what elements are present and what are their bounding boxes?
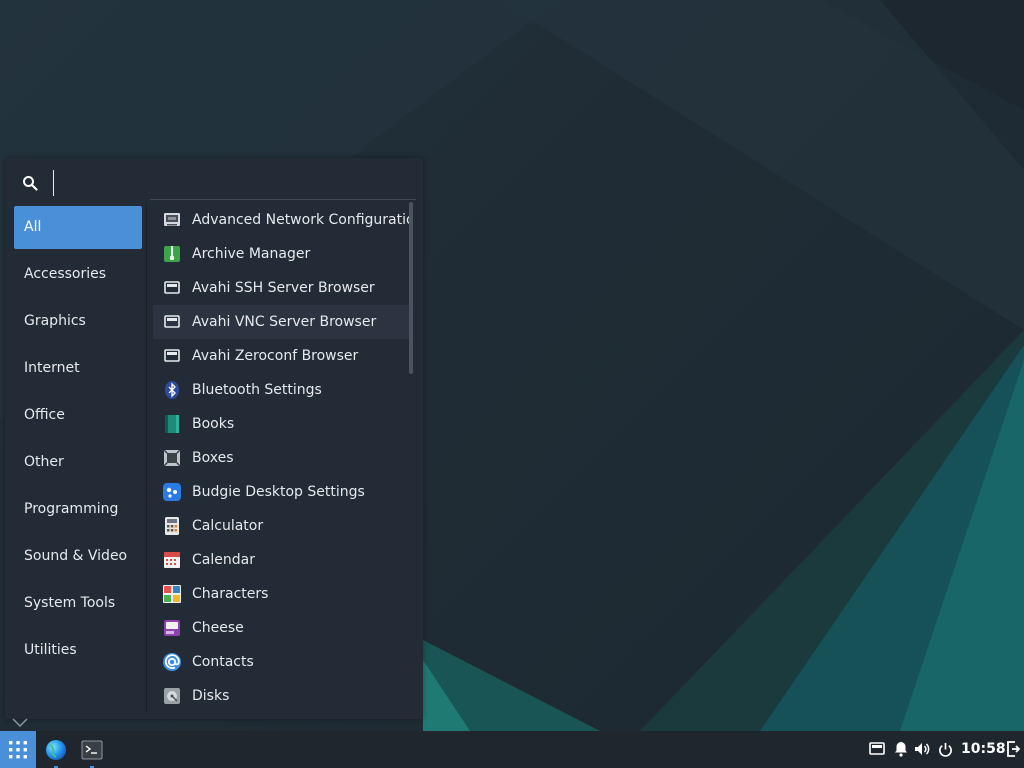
power-icon[interactable] bbox=[936, 740, 954, 758]
category-list: All Accessories Graphics Internet Office… bbox=[14, 206, 142, 676]
calendar-icon bbox=[162, 550, 182, 570]
category-office[interactable]: Office bbox=[14, 394, 142, 437]
category-utilities[interactable]: Utilities bbox=[14, 629, 142, 672]
app-label: Bluetooth Settings bbox=[192, 382, 322, 398]
characters-icon bbox=[162, 584, 182, 604]
app-item-avahi-ssh-server-browser[interactable]: Avahi SSH Server Browser bbox=[153, 271, 413, 305]
avahi-icon bbox=[162, 346, 182, 366]
app-list-scrollbar[interactable] bbox=[409, 202, 413, 374]
avahi-icon bbox=[162, 278, 182, 298]
taskbar-panel: 10:58 bbox=[0, 731, 1024, 768]
search-icon bbox=[23, 176, 38, 191]
app-item-bluetooth-settings[interactable]: Bluetooth Settings bbox=[153, 373, 413, 407]
terminal-icon bbox=[81, 740, 103, 759]
app-label: Avahi Zeroconf Browser bbox=[192, 348, 359, 364]
network-tray-icon[interactable] bbox=[868, 740, 886, 758]
books-icon bbox=[162, 414, 182, 434]
category-sound-video[interactable]: Sound & Video bbox=[14, 535, 142, 578]
app-label: Advanced Network Configuration bbox=[192, 212, 413, 228]
app-item-calculator[interactable]: Calculator bbox=[153, 509, 413, 543]
disks-icon bbox=[162, 686, 182, 706]
app-label: Calculator bbox=[192, 518, 264, 534]
category-internet[interactable]: Internet bbox=[14, 347, 142, 390]
app-menu: All Accessories Graphics Internet Office… bbox=[5, 158, 423, 719]
app-item-avahi-vnc-server-browser[interactable]: Avahi VNC Server Browser bbox=[153, 305, 413, 339]
contacts-icon bbox=[162, 652, 182, 672]
cheese-icon bbox=[162, 618, 182, 638]
budgie-settings-icon bbox=[162, 482, 182, 502]
boxes-icon bbox=[162, 448, 182, 468]
task-web-browser[interactable] bbox=[38, 731, 74, 768]
app-item-boxes[interactable]: Boxes bbox=[153, 441, 413, 475]
web-browser-icon bbox=[46, 739, 66, 760]
app-grid-icon bbox=[9, 741, 27, 759]
app-item-advanced-network-configuration[interactable]: Advanced Network Configuration bbox=[153, 203, 413, 237]
category-divider bbox=[146, 202, 147, 712]
category-accessories[interactable]: Accessories bbox=[14, 253, 142, 296]
app-label: Characters bbox=[192, 586, 269, 602]
avahi-icon bbox=[162, 312, 182, 332]
app-item-books[interactable]: Books bbox=[153, 407, 413, 441]
bluetooth-icon bbox=[162, 380, 182, 400]
app-item-calendar[interactable]: Calendar bbox=[153, 543, 413, 577]
search-input[interactable] bbox=[53, 170, 408, 196]
volume-icon[interactable] bbox=[913, 740, 931, 758]
app-item-budgie-desktop-settings[interactable]: Budgie Desktop Settings bbox=[153, 475, 413, 509]
search-bar bbox=[5, 158, 423, 202]
app-label: Cheese bbox=[192, 620, 244, 636]
calculator-icon bbox=[162, 516, 182, 536]
app-item-disks[interactable]: Disks bbox=[153, 679, 413, 713]
category-graphics[interactable]: Graphics bbox=[14, 300, 142, 343]
app-label: Contacts bbox=[192, 654, 254, 670]
app-label: Boxes bbox=[192, 450, 234, 466]
logout-icon[interactable] bbox=[1004, 740, 1022, 758]
app-label: Avahi VNC Server Browser bbox=[192, 314, 377, 330]
search-underline bbox=[150, 199, 416, 200]
task-terminal[interactable] bbox=[74, 731, 110, 768]
category-programming[interactable]: Programming bbox=[14, 488, 142, 531]
app-menu-button[interactable] bbox=[0, 731, 36, 768]
app-item-cheese[interactable]: Cheese bbox=[153, 611, 413, 645]
category-other[interactable]: Other bbox=[14, 441, 142, 484]
app-item-contacts[interactable]: Contacts bbox=[153, 645, 413, 679]
app-list: Advanced Network Configuration Archive M… bbox=[153, 203, 413, 713]
app-label: Books bbox=[192, 416, 235, 432]
app-item-characters[interactable]: Characters bbox=[153, 577, 413, 611]
notifications-icon[interactable] bbox=[892, 740, 910, 758]
clock[interactable]: 10:58 bbox=[961, 731, 1006, 768]
app-item-avahi-zeroconf-browser[interactable]: Avahi Zeroconf Browser bbox=[153, 339, 413, 373]
app-label: Budgie Desktop Settings bbox=[192, 484, 365, 500]
app-label: Archive Manager bbox=[192, 246, 311, 262]
app-label: Avahi SSH Server Browser bbox=[192, 280, 375, 296]
archive-icon bbox=[162, 244, 182, 264]
category-all[interactable]: All bbox=[14, 206, 142, 249]
category-system-tools[interactable]: System Tools bbox=[14, 582, 142, 625]
network-icon bbox=[162, 210, 182, 230]
chevron-down-icon[interactable] bbox=[11, 716, 29, 728]
app-label: Disks bbox=[192, 688, 230, 704]
app-label: Calendar bbox=[192, 552, 255, 568]
app-item-archive-manager[interactable]: Archive Manager bbox=[153, 237, 413, 271]
